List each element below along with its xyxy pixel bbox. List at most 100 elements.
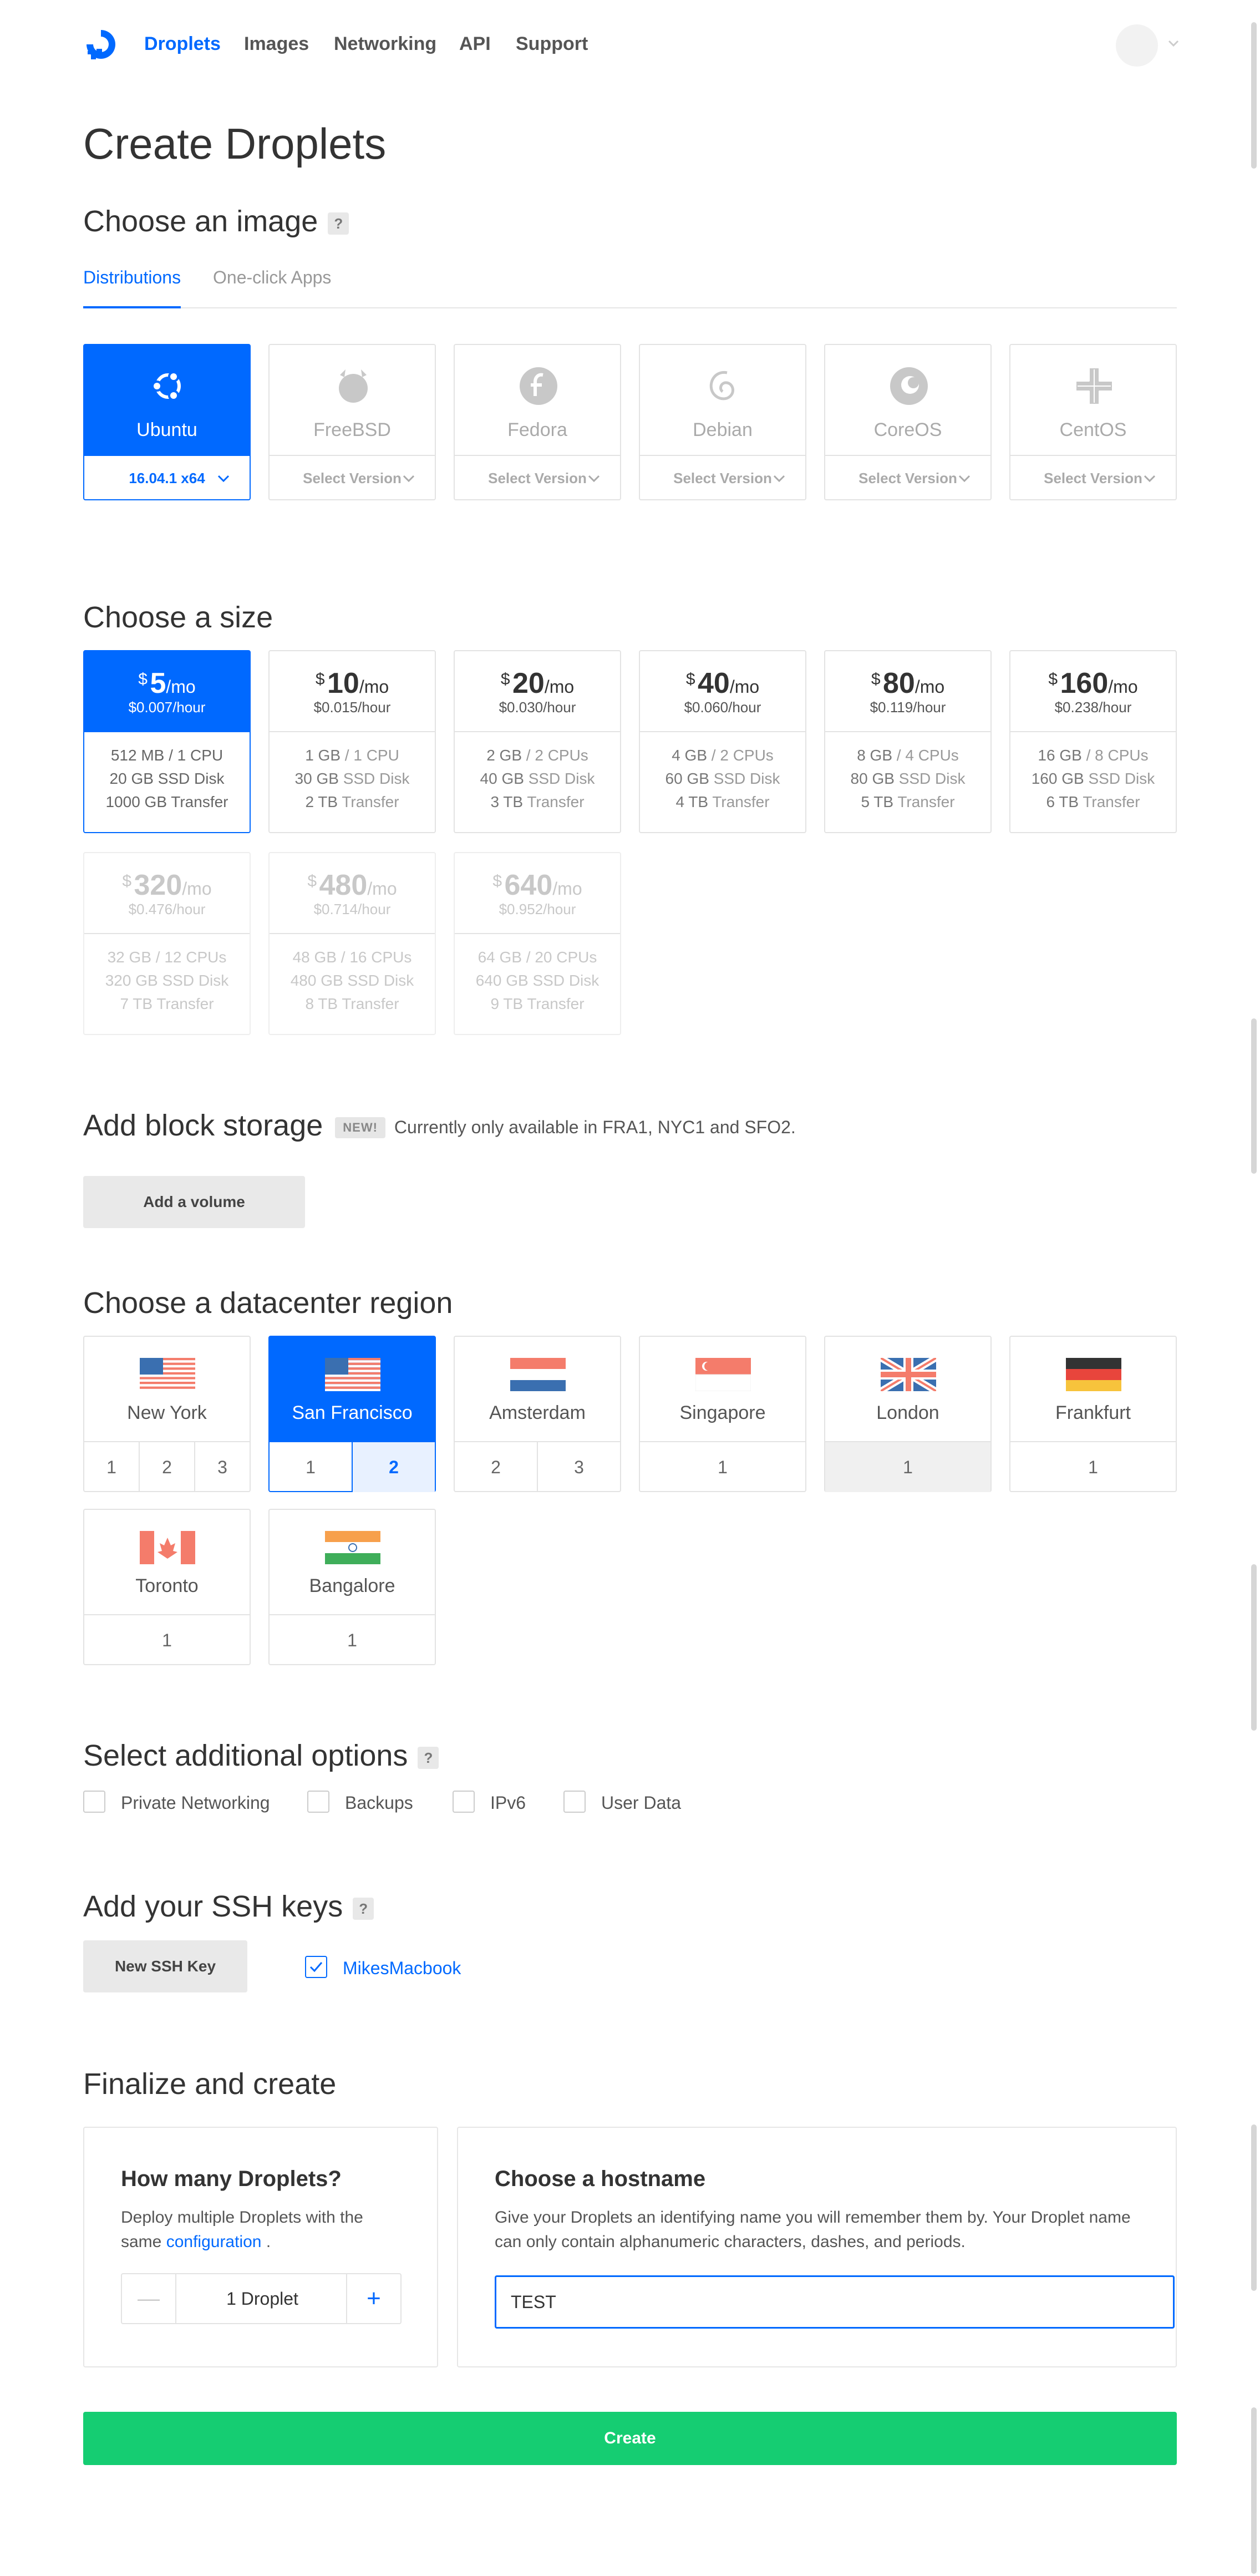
distro-card-header[interactable]: FreeBSD xyxy=(270,345,435,455)
fedora-icon xyxy=(520,367,557,405)
region-datacenter-number[interactable]: 1 xyxy=(1010,1442,1176,1492)
help-icon[interactable]: ? xyxy=(353,1897,374,1920)
checkbox-checked[interactable] xyxy=(305,1956,327,1978)
decrement-button[interactable]: — xyxy=(122,2274,176,2323)
option-label: Private Networking xyxy=(121,1793,270,1813)
spec-disk-label: SSD Disk xyxy=(713,770,780,787)
region-datacenter-number[interactable]: 1 xyxy=(84,1442,139,1492)
region-datacenter-numbers: 1 xyxy=(84,1614,250,1665)
region-card-bangalore[interactable]: Bangalore 1 xyxy=(268,1509,436,1665)
version-select[interactable]: 16.04.1 x64 xyxy=(84,455,250,500)
tab-distributions[interactable]: Distributions xyxy=(83,267,181,308)
spec-transfer: 7 TB Transfer xyxy=(84,995,250,1013)
nav-api[interactable]: API xyxy=(459,33,491,55)
region-datacenter-number[interactable]: 3 xyxy=(537,1442,620,1492)
distro-card-ubuntu[interactable]: Ubuntu 16.04.1 x64 xyxy=(83,344,251,500)
spec-disk-size: 80 GB xyxy=(850,770,895,787)
spec-memory: 512 MB xyxy=(110,747,165,764)
distro-card-fedora[interactable]: Fedora Select Version xyxy=(454,344,621,500)
checkbox[interactable] xyxy=(83,1791,105,1813)
help-icon[interactable]: ? xyxy=(418,1746,439,1769)
scrollbar-mark xyxy=(1251,1564,1257,1731)
distro-card-header[interactable]: Ubuntu xyxy=(84,345,250,455)
region-card-amsterdam[interactable]: Amsterdam 2 3 xyxy=(454,1336,621,1492)
region-datacenter-number[interactable]: 1 xyxy=(84,1615,250,1665)
hourly-price: $0.952/hour xyxy=(499,901,576,917)
chevron-down-icon[interactable] xyxy=(1167,37,1180,50)
region-card-san-francisco[interactable]: San Francisco 1 2 xyxy=(268,1336,436,1492)
create-button[interactable]: Create xyxy=(83,2412,1177,2465)
scrollbar-thumb[interactable] xyxy=(1251,22,1257,169)
in-flag-icon xyxy=(325,1531,380,1564)
help-icon[interactable]: ? xyxy=(328,212,349,235)
distro-card-header[interactable]: CoreOS xyxy=(825,345,990,455)
region-card-new-york[interactable]: New York 1 2 3 xyxy=(83,1336,251,1492)
region-card-london[interactable]: London 1 xyxy=(824,1336,992,1492)
chevron-down-icon xyxy=(773,475,785,483)
droplet-count-value[interactable]: 1 Droplet xyxy=(177,2274,347,2323)
version-select[interactable]: Select Version xyxy=(1010,455,1176,500)
user-avatar[interactable] xyxy=(1116,24,1158,67)
distro-card-header[interactable]: CentOS xyxy=(1010,345,1176,455)
version-select[interactable]: Select Version xyxy=(640,455,805,500)
region-datacenter-number[interactable]: 1 xyxy=(640,1442,805,1492)
region-datacenter-number[interactable]: 2 xyxy=(352,1442,435,1492)
nav-networking[interactable]: Networking xyxy=(334,33,436,55)
image-tabs: Distributions One-click Apps xyxy=(83,267,1177,308)
nav-droplets[interactable]: Droplets xyxy=(144,33,221,55)
distro-card-header[interactable]: Debian xyxy=(640,345,805,455)
size-card-40[interactable]: $ 40/mo $0.060/hour 4 GB / 2 CPUs 60 GB SSD… xyxy=(639,650,806,833)
distro-card-debian[interactable]: Debian Select Version xyxy=(639,344,806,500)
region-datacenter-number[interactable]: 1 xyxy=(270,1442,352,1492)
region-datacenter-number[interactable]: 1 xyxy=(270,1615,435,1665)
hostname-input[interactable] xyxy=(495,2275,1175,2329)
spec-disk: 640 GB SSD Disk xyxy=(455,972,620,990)
region-name: London xyxy=(876,1402,939,1423)
tab-one-click-apps[interactable]: One-click Apps xyxy=(213,267,331,308)
new-ssh-key-button[interactable]: New SSH Key xyxy=(83,1940,247,1992)
monthly-price: $ 80/mo xyxy=(825,667,990,700)
size-price-block: $ 160/mo $0.238/hour xyxy=(1010,651,1176,731)
distro-card-freebsd[interactable]: FreeBSD Select Version xyxy=(268,344,436,500)
size-specs: 48 GB / 16 CPUs 480 GB SSD Disk 8 TB Trans… xyxy=(270,933,435,1035)
spec-disk: 160 GB SSD Disk xyxy=(1010,770,1176,788)
add-volume-button[interactable]: Add a volume xyxy=(83,1176,305,1228)
digitalocean-logo-icon[interactable] xyxy=(83,27,119,62)
configuration-link[interactable]: configuration xyxy=(166,2233,262,2251)
chevron-down-icon xyxy=(588,475,600,483)
nav-support[interactable]: Support xyxy=(516,33,588,55)
distro-card-coreos[interactable]: CoreOS Select Version xyxy=(824,344,992,500)
monthly-price: $ 5/mo xyxy=(84,667,250,700)
spec-cpu: / 2 CPUs xyxy=(711,747,774,764)
options-section-title: Select additional options? xyxy=(83,1738,439,1773)
size-card-160[interactable]: $ 160/mo $0.238/hour 16 GB / 8 CPUs 160 GB … xyxy=(1009,650,1177,833)
monthly-price: $ 640/mo xyxy=(455,869,620,902)
checkbox[interactable] xyxy=(563,1791,586,1813)
price-value: 320 xyxy=(134,869,182,901)
version-select[interactable]: Select Version xyxy=(825,455,990,500)
region-card-singapore[interactable]: Singapore 1 xyxy=(639,1336,806,1492)
region-datacenter-number[interactable]: 3 xyxy=(194,1442,250,1492)
size-card-20[interactable]: $ 20/mo $0.030/hour 2 GB / 2 CPUs 40 GB SSD… xyxy=(454,650,621,833)
spec-memory-cpu: 2 GB / 2 CPUs xyxy=(455,747,620,764)
region-datacenter-number[interactable]: 2 xyxy=(139,1442,194,1492)
checkbox[interactable] xyxy=(453,1791,475,1813)
region-datacenter-number[interactable]: 2 xyxy=(455,1442,537,1492)
version-select[interactable]: Select Version xyxy=(270,455,435,500)
region-datacenter-number[interactable]: 1 xyxy=(825,1442,990,1492)
spec-transfer-label: Transfer xyxy=(342,995,399,1012)
us-flag-icon xyxy=(325,1358,380,1392)
version-select[interactable]: Select Version xyxy=(455,455,620,500)
checkbox[interactable] xyxy=(307,1791,329,1813)
region-card-frankfurt[interactable]: Frankfurt 1 xyxy=(1009,1336,1177,1492)
spec-memory: 16 GB xyxy=(1038,747,1082,764)
nav-images[interactable]: Images xyxy=(244,33,309,55)
distro-card-header[interactable]: Fedora xyxy=(455,345,620,455)
size-card-10[interactable]: $ 10/mo $0.015/hour 1 GB / 1 CPU 30 GB SSD … xyxy=(268,650,436,833)
spec-memory-cpu: 1 GB / 1 CPU xyxy=(270,747,435,764)
region-card-toronto[interactable]: Toronto 1 xyxy=(83,1509,251,1665)
distro-card-centos[interactable]: CentOS Select Version xyxy=(1009,344,1177,500)
size-card-80[interactable]: $ 80/mo $0.119/hour 8 GB / 4 CPUs 80 GB SSD… xyxy=(824,650,992,833)
increment-button[interactable]: + xyxy=(346,2274,400,2323)
size-card-5[interactable]: $ 5/mo $0.007/hour 512 MB / 1 CPU 20 GB SSD… xyxy=(83,650,251,833)
